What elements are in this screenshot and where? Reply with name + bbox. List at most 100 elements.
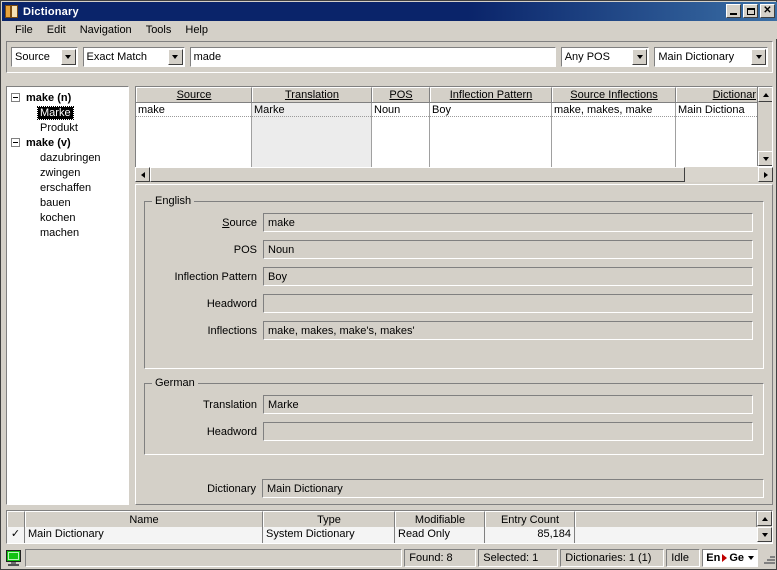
chevron-down-icon[interactable] (60, 49, 76, 65)
tree-node-label: make (v) (26, 136, 71, 149)
tree-node-label: machen (40, 226, 80, 239)
hscroll-thumb[interactable] (150, 167, 686, 182)
translation-field[interactable]: Marke (263, 395, 753, 414)
tree-node-machen[interactable]: machen (11, 225, 128, 240)
grid-cell-dictionary[interactable]: Main Dictiona (676, 103, 759, 117)
field-row-inflections: Inflections make, makes, make's, makes' (147, 321, 753, 340)
menu-item-file[interactable]: File (8, 23, 40, 37)
dictionary-grid-header: Name Type Modifiable Entry Count (7, 511, 772, 527)
tree-node-zwingen[interactable]: zwingen (11, 165, 128, 180)
table-row[interactable]: ✓ Main Dictionary System Dictionary Read… (7, 527, 772, 543)
column-header-inflection-pattern[interactable]: Inflection Pattern (430, 87, 552, 102)
tree-node-bauen[interactable]: bauen (11, 195, 128, 210)
field-label-headword-de: Headword (206, 425, 257, 438)
search-field-combo[interactable]: Source (11, 47, 78, 67)
tree-node-label: dazubringen (40, 151, 101, 164)
grid-cell-translation[interactable]: Marke (252, 103, 371, 117)
scroll-left-icon[interactable] (135, 167, 150, 182)
column-header-source[interactable]: Source (136, 87, 252, 102)
monitor-icon (5, 549, 23, 566)
status-state: Idle (666, 548, 701, 567)
search-input[interactable]: made (189, 47, 556, 67)
tree-node-make-n[interactable]: make (n) (11, 90, 128, 105)
grid-cell-source-inflections[interactable]: make, makes, make (552, 103, 675, 117)
pos-field[interactable]: Noun (263, 240, 753, 259)
navigation-tree[interactable]: make (n) Marke Produkt make (v) dazubrin… (6, 86, 129, 505)
field-label-inflections: Inflections (207, 324, 257, 337)
tree-node-erschaffen[interactable]: erschaffen (11, 180, 128, 195)
field-label-source: Source (222, 216, 257, 229)
dictionary-field[interactable]: Main Dictionary (262, 479, 764, 498)
maximize-button[interactable] (743, 4, 758, 18)
grid-cell-pos[interactable]: Noun (372, 103, 429, 117)
hscroll-track[interactable] (150, 167, 758, 182)
panel-splitter[interactable] (129, 86, 133, 505)
chevron-down-icon[interactable] (748, 555, 754, 560)
column-header-label: POS (389, 89, 413, 101)
source-field[interactable]: make (263, 213, 753, 232)
pos-filter-combo-value: Any POS (564, 51, 610, 63)
scroll-down-icon[interactable] (757, 527, 772, 542)
results-grid-vertical-scrollbar[interactable] (757, 87, 772, 166)
column-header-type[interactable]: Type (263, 511, 395, 527)
resize-grip[interactable] (762, 551, 776, 565)
tree-node-label: erschaffen (40, 181, 92, 194)
inflection-pattern-field-value: Boy (268, 270, 287, 283)
column-header-name[interactable]: Name (25, 511, 263, 527)
field-row-inflection-pattern: Inflection Pattern Boy (147, 267, 753, 286)
headword-de-field[interactable] (263, 422, 753, 441)
status-message (25, 548, 403, 567)
scroll-up-icon[interactable] (758, 87, 772, 102)
tree-node-kochen[interactable]: kochen (11, 210, 128, 225)
scroll-right-icon[interactable] (758, 167, 773, 182)
close-button[interactable]: ✕ (760, 4, 775, 18)
column-header-blank[interactable] (575, 511, 757, 527)
column-header-entry-count[interactable]: Entry Count (485, 511, 575, 527)
column-header-translation[interactable]: Translation (252, 87, 372, 102)
chevron-down-icon[interactable] (632, 49, 648, 65)
column-header-pos[interactable]: POS (372, 87, 430, 102)
scroll-down-icon[interactable] (758, 151, 772, 166)
chevron-down-icon[interactable] (751, 49, 766, 65)
chevron-down-icon[interactable] (167, 49, 183, 65)
grid-cell-inflection-pattern[interactable]: Boy (430, 103, 551, 117)
status-selected: Selected: 1 (478, 548, 559, 567)
dictionary-filter-combo[interactable]: Main Dictionary (654, 47, 768, 67)
column-header-label: Source (176, 89, 212, 101)
tree-node-marke[interactable]: Marke (11, 105, 128, 120)
column-header-source-inflections[interactable]: Source Inflections (552, 87, 676, 102)
menu-item-edit[interactable]: Edit (40, 23, 73, 37)
minimize-button[interactable] (726, 4, 741, 18)
column-header-dictionary[interactable]: Dictionar (676, 87, 759, 102)
collapse-toggle-icon[interactable] (11, 138, 20, 147)
collapse-toggle-icon[interactable] (11, 93, 20, 102)
scroll-up-icon[interactable] (757, 511, 772, 526)
dictionary-filter-combo-value: Main Dictionary (658, 51, 735, 63)
menu-item-help[interactable]: Help (178, 23, 215, 37)
results-grid-horizontal-scrollbar[interactable] (135, 167, 773, 182)
tree-node-dazubringen[interactable]: dazubringen (11, 150, 128, 165)
arrow-right-icon (722, 553, 728, 562)
entry-detail-pane: English Source make POS Noun Inflection … (135, 184, 773, 505)
grid-cell-source[interactable]: make (136, 103, 251, 117)
translation-field-value: Marke (268, 398, 299, 411)
field-label-headword-en: Headword (206, 297, 257, 310)
dictionary-grid[interactable]: Name Type Modifiable Entry Count ✓ Main … (6, 510, 773, 544)
tree-node-make-v[interactable]: make (v) (11, 135, 128, 150)
field-row-pos: POS Noun (147, 240, 753, 259)
row-checkbox[interactable]: ✓ (7, 527, 25, 543)
headword-en-field[interactable] (263, 294, 753, 313)
tree-node-label: Marke (37, 105, 74, 120)
inflection-pattern-field[interactable]: Boy (263, 267, 753, 286)
cell-blank (575, 527, 757, 543)
tree-node-produkt[interactable]: Produkt (11, 120, 128, 135)
language-direction-selector[interactable]: En Ge (702, 548, 758, 567)
menu-item-tools[interactable]: Tools (139, 23, 179, 37)
cell-modifiable: Read Only (395, 527, 485, 543)
menu-item-navigation[interactable]: Navigation (73, 23, 139, 37)
pos-filter-combo[interactable]: Any POS (560, 47, 650, 67)
english-group-legend: English (152, 195, 195, 207)
column-header-modifiable[interactable]: Modifiable (395, 511, 485, 527)
match-mode-combo[interactable]: Exact Match (82, 47, 185, 67)
inflections-field[interactable]: make, makes, make's, makes' (263, 321, 753, 340)
